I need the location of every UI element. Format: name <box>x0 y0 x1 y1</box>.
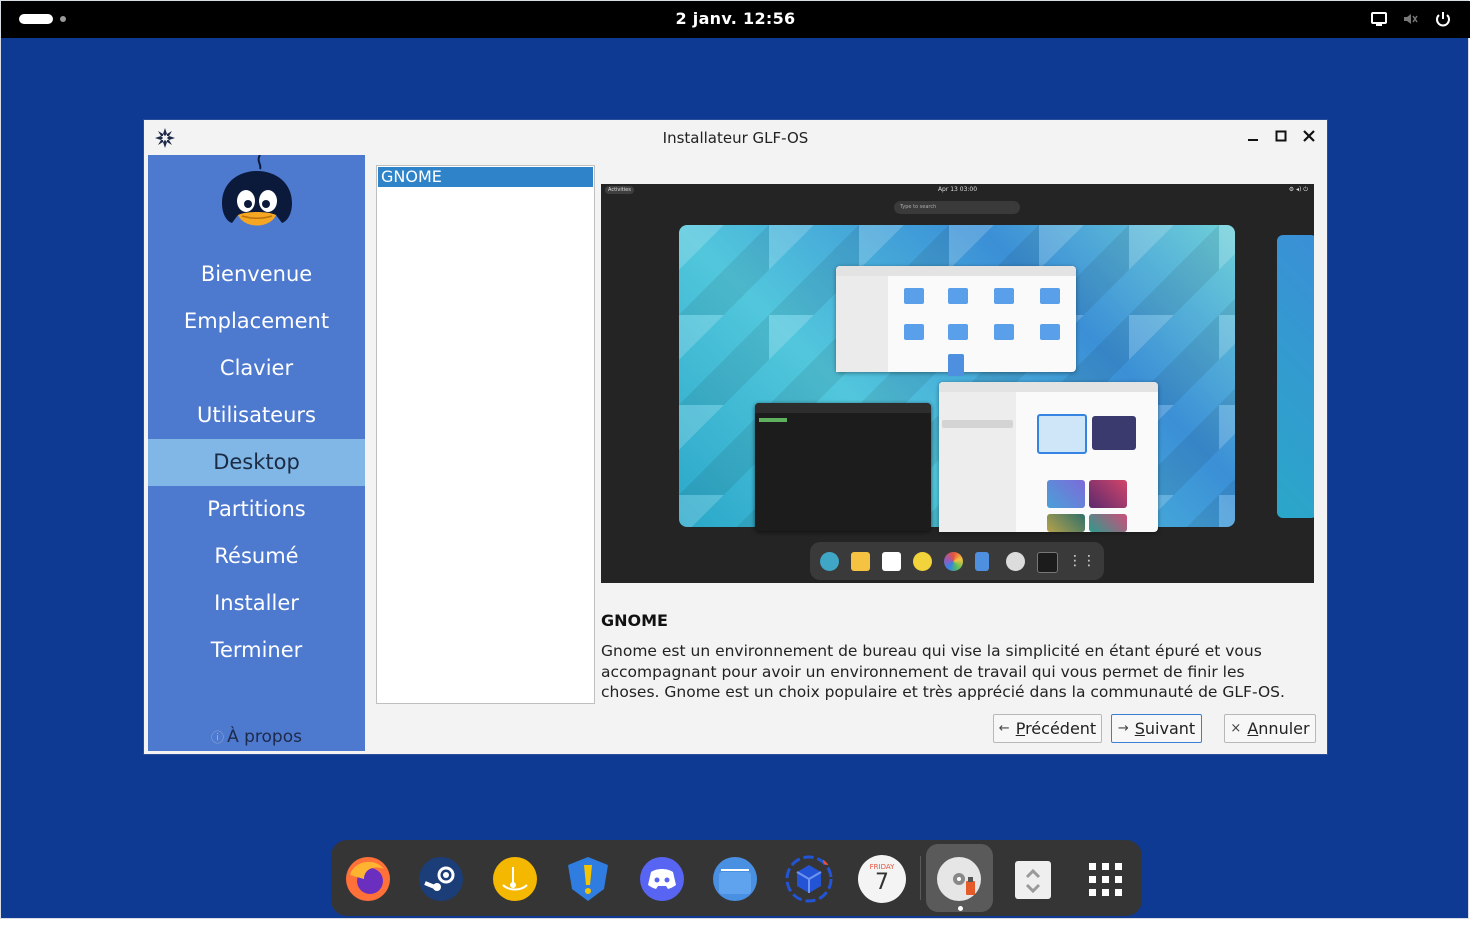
system-tray[interactable] <box>1370 10 1452 28</box>
cancel-button-label: Annuler <box>1247 719 1310 738</box>
close-button[interactable] <box>1301 128 1317 144</box>
installer-disc-icon[interactable] <box>935 855 983 903</box>
steam-icon[interactable] <box>417 855 465 903</box>
maximize-icon <box>1275 130 1287 142</box>
running-indicator <box>958 906 963 911</box>
next-button[interactable]: → Suivant <box>1111 714 1202 743</box>
preview-settings-window <box>939 382 1158 532</box>
dock: FRIDAY 7 <box>331 840 1142 916</box>
volume-muted-icon[interactable] <box>1402 11 1420 27</box>
step-resume[interactable]: Résumé <box>148 533 365 580</box>
step-bienvenue[interactable]: Bienvenue <box>148 251 365 298</box>
files-icon[interactable] <box>711 855 759 903</box>
window-title: Installateur GLF-OS <box>662 129 809 147</box>
preview-search: Type to search <box>894 201 1020 214</box>
penguin-logo-icon <box>222 155 292 226</box>
maximize-button[interactable] <box>1273 128 1289 144</box>
firefox-icon[interactable] <box>344 855 392 903</box>
info-icon: ⓘ <box>211 731 225 746</box>
step-clavier[interactable]: Clavier <box>148 345 365 392</box>
arrow-left-icon: ← <box>998 721 1010 736</box>
preview-workspace-next <box>1277 235 1314 518</box>
steps-nav: Bienvenue Emplacement Clavier Utilisateu… <box>148 251 365 674</box>
minimize-icon <box>1248 139 1258 141</box>
cancel-button[interactable]: × Annuler <box>1224 714 1316 743</box>
arrow-right-icon: → <box>1117 721 1129 736</box>
clock[interactable]: 2 janv. 12:56 <box>1 9 1470 28</box>
preview-tray-icons: ⚙ ◂) ⏻ <box>1288 186 1308 193</box>
minimize-button[interactable] <box>1245 128 1261 144</box>
heroic-icon[interactable] <box>564 855 612 903</box>
calendar-date: 7 <box>875 870 889 895</box>
preview-terminal-window <box>755 403 931 531</box>
about-link[interactable]: ⓘ À propos <box>148 727 365 747</box>
about-label: À propos <box>227 727 302 747</box>
dock-separator <box>920 856 921 900</box>
discord-icon[interactable] <box>638 855 686 903</box>
description-body: Gnome est un environnement de bureau qui… <box>601 642 1285 701</box>
calendar-icon[interactable]: FRIDAY 7 <box>858 855 906 903</box>
next-button-label: Suivant <box>1134 719 1196 738</box>
list-item-gnome[interactable]: GNOME <box>378 167 593 187</box>
lutris-icon[interactable] <box>491 855 539 903</box>
close-icon <box>1303 130 1315 142</box>
step-installer[interactable]: Installer <box>148 580 365 627</box>
software-icon[interactable] <box>785 855 833 903</box>
previous-button[interactable]: ← Précédent <box>993 714 1102 743</box>
step-utilisateurs[interactable]: Utilisateurs <box>148 392 365 439</box>
preview-dock: ⋮⋮ <box>810 542 1104 580</box>
screen-icon[interactable] <box>1370 11 1388 27</box>
preview-clock: Apr 13 03:00 <box>937 186 978 193</box>
previous-button-label: Précédent <box>1015 719 1097 738</box>
installer-window: Installateur GLF-OS Bienvenue Emplacemen… <box>144 120 1327 754</box>
desktop-environment-list[interactable]: GNOME <box>376 165 595 704</box>
description-title: GNOME <box>601 611 668 630</box>
step-partitions[interactable]: Partitions <box>148 486 365 533</box>
power-icon[interactable] <box>1434 10 1452 28</box>
desktop-preview-image: Activities Apr 13 03:00 ⚙ ◂) ⏻ Type to s… <box>601 184 1314 583</box>
cancel-icon: × <box>1230 721 1242 736</box>
trash-icon[interactable] <box>1009 855 1057 903</box>
step-emplacement[interactable]: Emplacement <box>148 298 365 345</box>
desktop: 2 janv. 12:56 Installateur GLF-OS Bienve… <box>0 0 1470 919</box>
installer-steps-sidebar: Bienvenue Emplacement Clavier Utilisateu… <box>148 155 365 751</box>
app-grid-icon[interactable] <box>1081 855 1129 903</box>
title-bar[interactable]: Installateur GLF-OS <box>144 120 1327 154</box>
step-terminer[interactable]: Terminer <box>148 627 365 674</box>
step-desktop[interactable]: Desktop <box>148 439 365 486</box>
top-bar: 2 janv. 12:56 <box>1 1 1470 38</box>
